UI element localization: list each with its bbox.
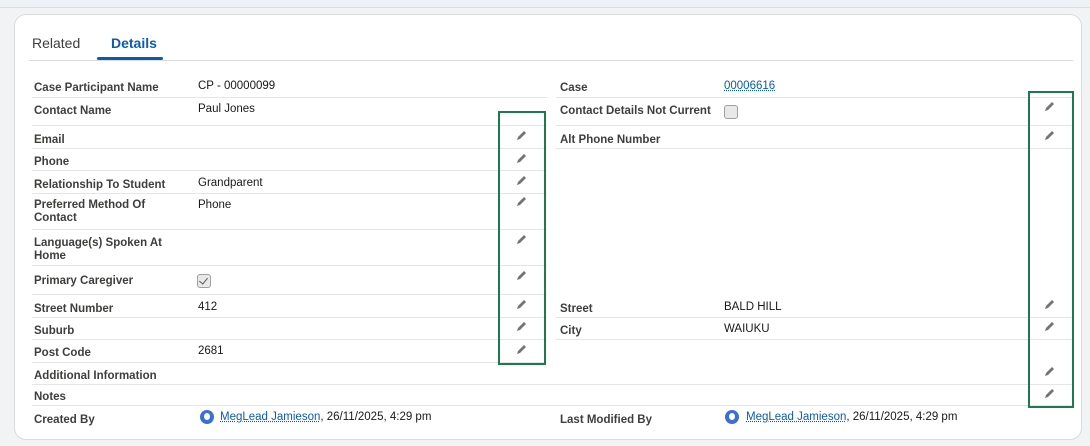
divider [556, 97, 1072, 98]
created-by-value: MegLead Jamieson, 26/11/2025, 4:29 pm [220, 411, 431, 423]
divider [32, 384, 1072, 385]
field-label: Last Modified By [560, 414, 653, 426]
contact-details-not-current-checkbox[interactable] [724, 105, 738, 119]
created-by-user-link[interactable]: MegLead Jamieson [220, 411, 320, 423]
details-card: Related Details Case Participant Name CP… [14, 14, 1082, 440]
field-value: 412 [198, 301, 218, 313]
tab-related[interactable]: Related [32, 35, 80, 51]
divider [32, 170, 547, 171]
edit-icons-highlight-left [498, 111, 546, 365]
divider [32, 339, 547, 340]
divider [32, 362, 547, 363]
divider [556, 317, 1072, 318]
field-label: Notes [34, 391, 66, 403]
divider [32, 97, 547, 98]
field-value: WAIUKU [724, 323, 770, 335]
field-value: CP - 00000099 [198, 80, 276, 92]
field-label: Contact Name [34, 105, 112, 117]
divider [556, 339, 1072, 340]
field-label: Additional Information [34, 370, 157, 382]
tab-details[interactable]: Details [111, 35, 157, 51]
divider [556, 125, 1072, 126]
field-label: Case [560, 82, 588, 94]
field-label: Suburb [34, 325, 75, 337]
divider [32, 193, 547, 194]
field-label: Created By [34, 414, 95, 426]
field-value: Phone [198, 199, 232, 211]
field-value: Paul Jones [198, 103, 255, 115]
divider [556, 148, 1072, 149]
created-by-date: , 26/11/2025, 4:29 pm [320, 411, 432, 423]
divider [32, 294, 547, 295]
divider [32, 229, 547, 230]
modified-by-date: , 26/11/2025, 4:29 pm [846, 411, 958, 423]
divider [32, 317, 547, 318]
field-label: Email [34, 134, 65, 146]
user-avatar-icon [725, 410, 739, 424]
field-label: Language(s) Spoken At Home [34, 237, 162, 262]
edit-icons-highlight-right [1028, 91, 1074, 408]
divider [32, 405, 1072, 406]
user-avatar-icon [200, 410, 214, 424]
active-tab-indicator [97, 57, 163, 60]
field-label: Street [560, 303, 593, 315]
field-label: Contact Details Not Current [560, 105, 711, 117]
top-border [0, 0, 1090, 8]
tab-bar: Related Details [29, 27, 1073, 61]
field-label: Case Participant Name [34, 82, 159, 94]
field-label: Primary Caregiver [34, 275, 134, 287]
divider [32, 265, 547, 266]
field-label: Preferred Method Of Contact [34, 199, 146, 224]
divider [32, 125, 547, 126]
field-value: 2681 [198, 345, 224, 357]
field-label: Alt Phone Number [560, 134, 661, 146]
field-label: Post Code [34, 347, 91, 359]
modified-by-user-link[interactable]: MegLead Jamieson [746, 411, 846, 423]
primary-caregiver-checkbox[interactable] [197, 274, 211, 288]
case-link[interactable]: 00006616 [724, 80, 775, 92]
last-modified-by-value: MegLead Jamieson, 26/11/2025, 4:29 pm [746, 411, 957, 423]
divider [32, 148, 547, 149]
field-value: Grandparent [198, 177, 263, 189]
field-label: Relationship To Student [34, 179, 166, 191]
field-label: City [560, 325, 582, 337]
field-label: Street Number [34, 303, 114, 315]
field-label: Phone [34, 156, 70, 168]
field-value: BALD HILL [724, 301, 782, 313]
